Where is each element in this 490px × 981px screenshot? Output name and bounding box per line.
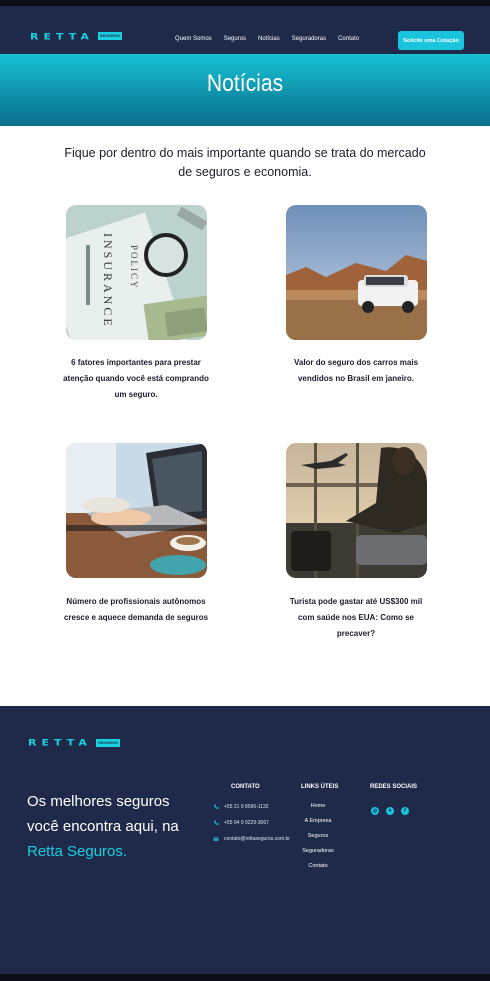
quote-request-button[interactable]: Solicite uma Cotação	[398, 31, 464, 50]
nav-item-seguradoras[interactable]: Seguradoras	[292, 35, 326, 43]
article-caption-4[interactable]: Turista pode gastar até US$300 mil com s…	[281, 594, 431, 642]
logo-wordmark: RETTA	[30, 30, 94, 42]
article-image-airport-traveler[interactable]	[286, 443, 427, 578]
footer-link-home[interactable]: Home	[288, 803, 348, 809]
contact-heading: CONTATO	[231, 784, 260, 790]
article-image-insurance-policy[interactable]: INSURANCE POLICY	[66, 205, 207, 340]
article-image-laptop-coffee[interactable]	[66, 443, 207, 578]
footer-logo[interactable]: RETTA SEGUROS	[28, 736, 120, 749]
footer-link-seguros[interactable]: Seguros	[288, 833, 348, 839]
contact-phone-1[interactable]: +55 21 9 8596-1132	[213, 804, 269, 810]
mail-icon	[213, 836, 219, 841]
footer-slogan: Os melhores seguros você encontra aqui, …	[27, 789, 197, 864]
navbar: RETTA SEGUROS Quem Somos Seguros Notícia…	[0, 6, 490, 54]
site-footer: RETTA SEGUROS Os melhores seguros você e…	[0, 706, 490, 974]
svg-text:POLICY: POLICY	[129, 245, 139, 290]
brand-logo[interactable]: RETTA SEGUROS	[30, 29, 122, 43]
footer-logo-tag: SEGUROS	[95, 738, 120, 747]
instagram-icon[interactable]: ◎	[371, 807, 379, 815]
nav-item-contato[interactable]: Contato	[338, 35, 359, 43]
twitter-icon[interactable]: ✦	[386, 807, 394, 815]
page-title: Notícias	[206, 70, 284, 97]
footer-link-empresa[interactable]: A Empresa	[288, 818, 348, 824]
nav-item-noticias[interactable]: Notícias	[258, 35, 280, 43]
nav-item-quem-somos[interactable]: Quem Somos	[175, 35, 212, 43]
social-heading: REDES SOCIAIS	[370, 784, 418, 790]
contact-phone-1-text: +55 21 9 8596-1132	[224, 804, 269, 810]
svg-text:INSURANCE: INSURANCE	[101, 233, 115, 329]
slogan-line-2: você encontra aqui, na	[27, 818, 179, 835]
article-caption-2[interactable]: Valor do seguro dos carros mais vendidos…	[281, 355, 431, 387]
phone-icon	[214, 804, 219, 809]
article-caption-3[interactable]: Número de profissionais autônomos cresce…	[61, 594, 211, 626]
contact-email[interactable]: contato@rettaseguros.com.br	[213, 836, 290, 842]
page-hero: Notícias	[0, 54, 490, 126]
contact-phone-2[interactable]: +55 94 9 9229-3067	[213, 820, 269, 826]
intro-text: Fique por dentro do mais importante quan…	[64, 146, 426, 179]
logo-tag: SEGUROS	[97, 32, 122, 40]
footer-link-seguradoras[interactable]: Seguradoras	[288, 848, 348, 854]
footer-link-contato[interactable]: Contato	[288, 863, 348, 869]
article-image-car-desert[interactable]	[286, 205, 427, 340]
footer-logo-wordmark: RETTA	[28, 737, 92, 748]
slogan-brand: Retta Seguros.	[27, 843, 128, 860]
slogan-line-1: Os melhores seguros	[27, 793, 170, 810]
nav-item-seguros[interactable]: Seguros	[224, 35, 246, 43]
contact-phone-2-text: +55 94 9 9229-3067	[224, 820, 269, 826]
bottom-border	[0, 974, 490, 981]
phone-icon	[214, 820, 219, 825]
main-nav: Quem Somos Seguros Notícias Seguradoras …	[175, 35, 371, 43]
facebook-icon[interactable]: f	[401, 807, 409, 815]
contact-email-text: contato@rettaseguros.com.br	[224, 836, 290, 842]
links-heading: LINKS ÚTEIS	[301, 784, 339, 790]
article-caption-1[interactable]: 6 fatores importantes para prestar atenç…	[61, 355, 211, 403]
